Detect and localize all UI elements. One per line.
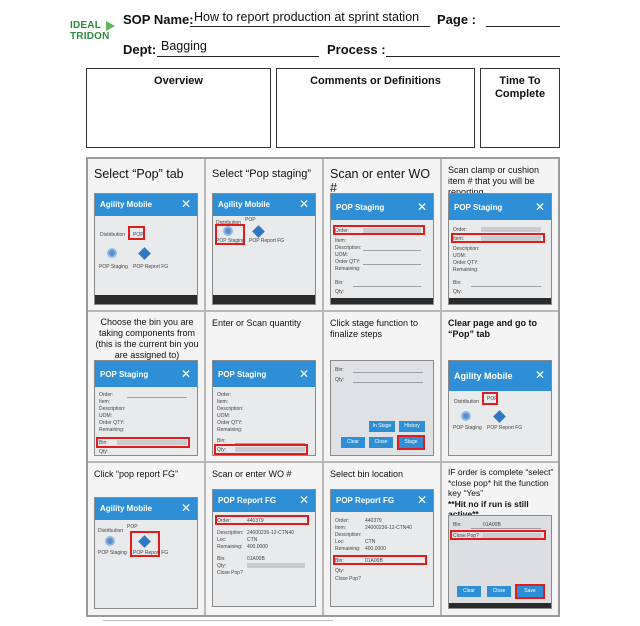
pop-report-icon xyxy=(252,225,265,238)
company-logo: IDEAL TRIDON xyxy=(70,20,122,46)
step-cell: Scan or enter WO # POP Report FG ✕ Order:… xyxy=(206,463,324,615)
close-button: Close xyxy=(487,586,511,597)
clear-button: Clear xyxy=(341,437,365,448)
step-cell: Enter or Scan quantity POP Staging ✕ Orde… xyxy=(206,312,324,463)
process-label: Process : xyxy=(327,42,386,57)
highlight-box xyxy=(128,226,145,240)
dept-label: Dept: xyxy=(123,42,157,57)
overview-box: Overview xyxy=(86,68,271,148)
step-cell: Click stage function to finalize steps B… xyxy=(324,312,442,463)
step-cell: IF order is complete “select” *close pop… xyxy=(442,463,558,615)
phone-screenshot: Bin: 01A00B Close Pop? Clear Close Save xyxy=(448,515,552,609)
phone-screenshot: POP Report FG ✕ Order: 440379 Item: 24000… xyxy=(330,489,434,607)
highlight-box xyxy=(214,444,308,455)
logo-triangle-icon xyxy=(106,21,115,31)
step-cell: Select “Pop” tab Agility Mobile ✕ Distrib… xyxy=(88,159,206,312)
close-button: Close xyxy=(369,437,393,448)
clear-button: Clear xyxy=(457,586,481,597)
dept-value: Bagging xyxy=(161,39,207,53)
highlight-box xyxy=(215,515,309,525)
close-icon: ✕ xyxy=(298,197,309,211)
phone-screenshot: Agility Mobile ✕ Distribution POP POP Sta… xyxy=(212,193,316,305)
instage-button: In Stage xyxy=(369,421,395,432)
close-icon: ✕ xyxy=(180,501,191,515)
page-underline xyxy=(486,26,560,27)
highlight-box xyxy=(450,530,546,540)
time-box: Time To Complete xyxy=(480,68,560,148)
highlight-box xyxy=(451,233,545,243)
phone-screenshot: POP Staging ✕ Order: Item: Description: U… xyxy=(212,360,316,456)
close-icon: ✕ xyxy=(298,493,309,507)
phone-screenshot: Agility Mobile ✕ Distribution POP POP Sta… xyxy=(94,193,198,305)
phone-screenshot: Bin: Qty: In Stage History Clear Close S… xyxy=(330,360,434,456)
step-caption: IF order is complete “select” *close pop… xyxy=(448,467,554,519)
step-caption: Scan or enter WO # xyxy=(330,167,431,195)
close-icon: ✕ xyxy=(534,200,545,214)
comments-heading: Comments or Definitions xyxy=(310,75,441,87)
close-icon: ✕ xyxy=(534,368,545,382)
sop-name-value: How to report production at sprint stati… xyxy=(194,10,420,24)
close-icon: ✕ xyxy=(180,197,191,211)
phone-screenshot: Agility Mobile ✕ Distribution POP POP Sta… xyxy=(448,360,552,456)
comments-box: Comments or Definitions xyxy=(276,68,475,148)
phone-screenshot: Agility Mobile ✕ Distribution POP POP Sta… xyxy=(94,497,198,609)
phone-screenshot: POP Staging ✕ Order: Item: Description: U… xyxy=(448,193,552,305)
close-icon: ✕ xyxy=(298,367,309,381)
dept-underline xyxy=(157,56,319,57)
highlight-box xyxy=(96,437,190,448)
phone-screenshot: POP Staging ✕ Order: Item: Description: U… xyxy=(94,360,198,456)
steps-grid: Select “Pop” tab Agility Mobile ✕ Distrib… xyxy=(86,157,560,617)
step-caption: Click stage function to finalize steps xyxy=(330,318,419,339)
pop-staging-icon xyxy=(105,536,115,546)
step-caption: Click “pop report FG” xyxy=(94,469,179,479)
step-caption: Select bin location xyxy=(330,469,404,479)
highlight-box xyxy=(333,225,425,235)
close-icon: ✕ xyxy=(180,367,191,381)
pop-report-icon xyxy=(138,247,151,260)
page-label: Page : xyxy=(437,12,477,27)
highlight-box xyxy=(515,584,545,599)
highlight-box xyxy=(482,392,498,405)
phone-screenshot: POP Staging ✕ Order: Item: Description: U… xyxy=(330,193,434,305)
step-cell: Select “Pop staging” Agility Mobile ✕ Dis… xyxy=(206,159,324,312)
close-icon: ✕ xyxy=(416,493,427,507)
highlight-box xyxy=(397,435,425,450)
pop-staging-icon xyxy=(107,248,117,258)
sop-name-label: SOP Name: xyxy=(123,12,194,27)
pop-staging-icon xyxy=(223,226,233,236)
pop-staging-icon xyxy=(461,411,471,421)
step-cell: Scan or enter WO # POP Staging ✕ Order: I… xyxy=(324,159,442,312)
step-caption: Select “Pop staging” xyxy=(212,168,312,180)
step-cell: Choose the bin you are taking components… xyxy=(88,312,206,463)
close-icon: ✕ xyxy=(416,200,427,214)
process-underline xyxy=(386,56,560,57)
step-cell: Select bin location POP Report FG ✕ Order… xyxy=(324,463,442,615)
sop-name-underline xyxy=(190,26,430,27)
step-caption: Enter or Scan quantity xyxy=(212,318,302,328)
step-caption: Select “Pop” tab xyxy=(94,167,184,181)
step-cell: Scan clamp or cushion item # that you wi… xyxy=(442,159,558,312)
step-cell: Clear page and go to “Pop” tab Agility M… xyxy=(442,312,558,463)
phone-screenshot: POP Report FG ✕ Order: 440379 Description… xyxy=(212,489,316,607)
highlight-box xyxy=(333,555,427,565)
step-cell: Click “pop report FG” Agility Mobile ✕ Di… xyxy=(88,463,206,615)
step-caption: Scan or enter WO # xyxy=(212,469,292,479)
footer-divider xyxy=(103,620,333,621)
step-caption: Choose the bin you are taking components… xyxy=(95,317,199,360)
step-caption: Clear page and go to “Pop” tab xyxy=(448,318,538,339)
time-heading: Time To Complete xyxy=(494,75,546,100)
history-button: History xyxy=(399,421,425,432)
overview-heading: Overview xyxy=(154,75,203,87)
pop-report-icon xyxy=(493,410,506,423)
